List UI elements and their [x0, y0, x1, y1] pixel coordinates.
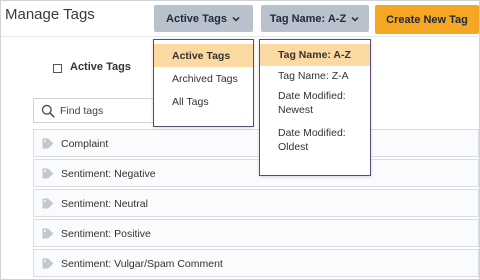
- sort-dropdown-button[interactable]: Tag Name: A-Z: [261, 5, 369, 32]
- sort-option-label: Tag Name: Z-A: [278, 70, 349, 82]
- sort-option-label: Date Modified: Newest: [278, 89, 346, 117]
- active-tags-checkbox[interactable]: [53, 64, 62, 73]
- filter-option-all-tags[interactable]: All Tags: [154, 90, 253, 113]
- tag-label: Sentiment: Positive: [61, 228, 151, 240]
- search-icon: [41, 104, 55, 118]
- tag-icon: [42, 168, 54, 179]
- tag-label: Complaint: [61, 138, 109, 150]
- tag-list: Complaint Sentiment: Negative Sentiment:…: [33, 129, 479, 279]
- sort-dropdown-label: Tag Name: A-Z: [269, 12, 347, 25]
- create-new-tag-button[interactable]: Create New Tag: [375, 5, 479, 34]
- filter-option-archived-tags[interactable]: Archived Tags: [154, 67, 253, 90]
- tag-icon: [42, 198, 54, 209]
- chevron-down-icon: [232, 16, 240, 22]
- app-frame: Manage Tags Active Tags Tag Name: A-Z Cr…: [0, 0, 480, 280]
- tag-row[interactable]: Sentiment: Neutral: [33, 189, 479, 217]
- filter-dropdown-menu: Active Tags Archived Tags All Tags: [153, 39, 254, 127]
- tag-icon: [42, 228, 54, 239]
- sort-option-date-newest[interactable]: Date Modified: Newest: [260, 86, 370, 119]
- header-divider: [1, 36, 480, 37]
- sort-option-name-desc[interactable]: Tag Name: Z-A: [260, 66, 370, 86]
- search-input[interactable]: Find tags: [60, 105, 103, 117]
- tag-icon: [42, 258, 54, 269]
- sort-option-label-line: Newest: [278, 103, 314, 116]
- sort-option-name-asc[interactable]: Tag Name: A-Z: [260, 44, 370, 66]
- active-tags-checkbox-label: Active Tags: [70, 61, 131, 73]
- tag-row[interactable]: Sentiment: Positive: [33, 219, 479, 247]
- filter-dropdown-label: Active Tags: [166, 12, 227, 25]
- page-title: Manage Tags: [5, 6, 95, 23]
- sort-option-date-oldest[interactable]: Date Modified: Oldest: [260, 123, 370, 157]
- sort-option-label: Tag Name: A-Z: [278, 49, 351, 61]
- sort-option-label-line: Date Modified:: [278, 127, 346, 139]
- tag-label: Sentiment: Negative: [61, 168, 156, 180]
- tag-row[interactable]: Sentiment: Negative: [33, 159, 479, 187]
- sort-option-label-line: Oldest: [278, 141, 309, 153]
- sort-option-label-line: Date Modified:: [278, 89, 346, 102]
- sort-dropdown-menu: Tag Name: A-Z Tag Name: Z-A Date Modifie…: [259, 39, 371, 176]
- filter-dropdown-button[interactable]: Active Tags: [154, 5, 253, 32]
- tag-row[interactable]: Complaint: [33, 129, 479, 157]
- tag-label: Sentiment: Vulgar/Spam Comment: [61, 258, 223, 270]
- tag-icon: [42, 138, 54, 149]
- search-box[interactable]: Find tags: [33, 98, 159, 123]
- sort-option-label: Date Modified: Oldest: [278, 126, 346, 154]
- filter-option-active-tags[interactable]: Active Tags: [154, 44, 253, 67]
- tag-row[interactable]: Sentiment: Vulgar/Spam Comment: [33, 249, 479, 277]
- chevron-down-icon: [351, 16, 359, 22]
- tag-label: Sentiment: Neutral: [61, 198, 148, 210]
